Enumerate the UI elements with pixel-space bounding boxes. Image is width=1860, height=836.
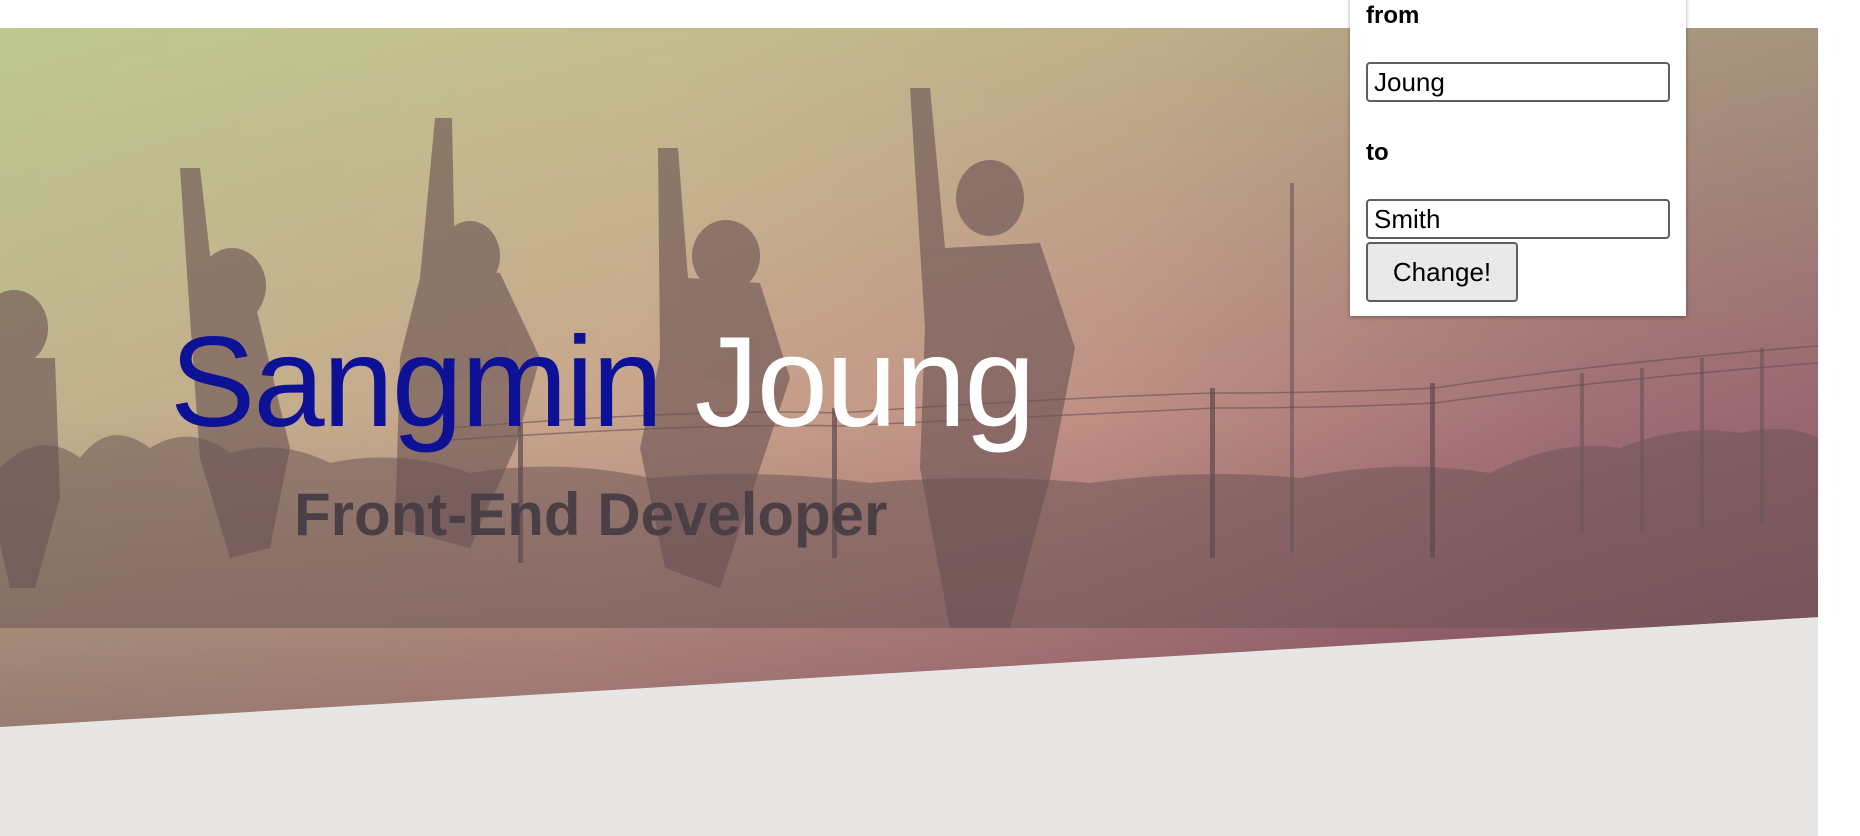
page: Sangmin Joung Front-End Developer from t… bbox=[0, 0, 1860, 836]
from-label: from bbox=[1366, 2, 1420, 29]
hero-name: Sangmin Joung bbox=[170, 298, 1036, 468]
hero-subtitle: Front-End Developer bbox=[294, 481, 888, 548]
name-change-panel: from to Change! bbox=[1350, 0, 1686, 316]
last-name: Joung bbox=[694, 311, 1036, 454]
to-label: to bbox=[1366, 139, 1389, 166]
to-input[interactable] bbox=[1366, 199, 1670, 239]
change-button[interactable]: Change! bbox=[1366, 242, 1518, 302]
first-name: Sangmin bbox=[170, 311, 663, 454]
from-input[interactable] bbox=[1366, 62, 1670, 102]
